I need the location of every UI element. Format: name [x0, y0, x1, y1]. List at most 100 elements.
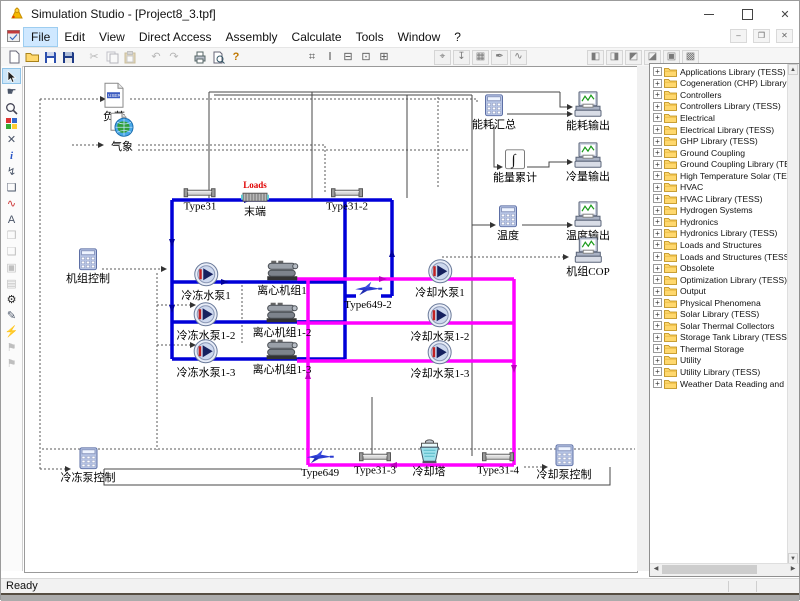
new-file-icon[interactable] — [6, 50, 22, 65]
tree-item-ghp-library-tess[interactable]: +GHP Library (TESS) — [651, 135, 787, 147]
window-d-icon[interactable]: ▤ — [3, 277, 20, 291]
tree-item-high-temperature-solar-tess[interactable]: +High Temperature Solar (TESS) — [651, 170, 787, 182]
expand-icon[interactable]: + — [653, 113, 662, 122]
tree-item-ground-coupling-library-tess[interactable]: +Ground Coupling Library (TESS) — [651, 158, 787, 170]
component-type649[interactable]: Type649 — [301, 448, 339, 480]
child-close-button[interactable]: ✕ — [776, 29, 793, 43]
expand-icon[interactable]: + — [653, 206, 662, 215]
open-file-icon[interactable] — [24, 50, 40, 65]
expand-icon[interactable]: + — [653, 217, 662, 226]
layout-c-icon[interactable]: ◩ — [625, 50, 642, 65]
menu-calculate[interactable]: Calculate — [285, 28, 349, 46]
component-temperature[interactable]: 温度 — [497, 205, 519, 243]
copy-icon[interactable] — [104, 50, 120, 65]
trace-tool-icon[interactable]: ∿ — [510, 50, 527, 65]
component-terminal[interactable]: Loads末端 — [241, 181, 269, 219]
settings-icon[interactable]: ⚙ — [3, 293, 20, 307]
help-icon[interactable]: ? — [228, 50, 244, 65]
tree-item-ground-coupling[interactable]: +Ground Coupling — [651, 147, 787, 159]
expand-icon[interactable]: + — [653, 194, 662, 203]
fit-window-icon[interactable]: ⌗ — [304, 50, 320, 65]
arrange-icon[interactable]: ⊞ — [376, 50, 392, 65]
expand-icon[interactable]: + — [653, 287, 662, 296]
paste-special-icon[interactable]: ❑ — [3, 181, 20, 195]
component-chilled-pump-1[interactable]: 冷冻水泵1 — [181, 261, 231, 303]
tree-vertical-scrollbar[interactable]: ▲ ▼ — [787, 64, 799, 564]
tree-item-solar-thermal-collectors[interactable]: +Solar Thermal Collectors — [651, 320, 787, 332]
close-button[interactable]: ✕ — [779, 8, 791, 20]
expand-icon[interactable]: + — [653, 310, 662, 319]
tree-item-storage-tank-library-tess[interactable]: +Storage Tank Library (TESS) — [651, 332, 787, 344]
expand-icon[interactable]: + — [653, 356, 662, 365]
pen-tool-icon[interactable]: ✒ — [491, 50, 508, 65]
menu-file[interactable]: File — [24, 28, 57, 46]
save-project-icon[interactable] — [60, 50, 76, 65]
expand-icon[interactable]: + — [653, 183, 662, 192]
expand-icon[interactable]: + — [653, 148, 662, 157]
component-type31-4[interactable]: Type31-4 — [477, 451, 519, 478]
save-icon[interactable] — [42, 50, 58, 65]
component-chilled-pump-1-2[interactable]: 冷冻水泵1-2 — [177, 301, 236, 343]
expand-icon[interactable]: + — [653, 137, 662, 146]
component-chilled-pump-control[interactable]: 冷冻泵控制 — [61, 447, 116, 485]
layout-b-icon[interactable]: ◨ — [606, 50, 623, 65]
tree-item-hvac[interactable]: +HVAC — [651, 181, 787, 193]
menu-tools[interactable]: Tools — [349, 28, 391, 46]
tree-item-thermal-storage[interactable]: +Thermal Storage — [651, 343, 787, 355]
component-chiller-1[interactable]: 离心机组1 — [257, 260, 307, 298]
expand-icon[interactable]: + — [653, 160, 662, 169]
pan-icon[interactable]: ☛ — [3, 85, 20, 99]
tree-item-hvac-library-tess[interactable]: +HVAC Library (TESS) — [651, 193, 787, 205]
expand-icon[interactable]: + — [653, 333, 662, 342]
redo-icon[interactable]: ↷ — [166, 50, 182, 65]
menu-direct-access[interactable]: Direct Access — [132, 28, 219, 46]
expand-icon[interactable]: + — [653, 298, 662, 307]
info-icon[interactable]: i — [3, 149, 20, 163]
expand-icon[interactable]: + — [653, 67, 662, 76]
child-minimize-button[interactable]: – — [730, 29, 747, 43]
component-cooling-pump-control[interactable]: 冷却泵控制 — [537, 444, 592, 482]
text-icon[interactable]: A — [3, 213, 20, 227]
expand-icon[interactable]: + — [653, 367, 662, 376]
select-icon[interactable] — [3, 69, 20, 83]
expand-icon[interactable]: + — [653, 275, 662, 284]
link-icon[interactable]: ↯ — [3, 165, 20, 179]
component-energy-accumulator[interactable]: ∫能量累计 — [493, 149, 537, 185]
project-canvas[interactable]: USER负荷气象Type31Loads末端Type31-2能耗汇总能耗输出∫能量… — [24, 66, 638, 573]
component-energy-summary[interactable]: 能耗汇总 — [472, 94, 516, 132]
scrollbar-thumb[interactable] — [662, 565, 757, 574]
component-energy-output[interactable]: 能耗输出 — [566, 91, 610, 133]
component-type31-2[interactable]: Type31-2 — [326, 187, 368, 214]
paste-icon[interactable] — [122, 50, 138, 65]
tree-item-weather-data-reading-and-process[interactable]: +Weather Data Reading and Process — [651, 378, 787, 390]
cut-icon[interactable]: ✂ — [86, 50, 102, 65]
tree-item-physical-phenomena[interactable]: +Physical Phenomena — [651, 297, 787, 309]
component-cooling-pump-1-3[interactable]: 冷却水泵1-3 — [411, 339, 470, 381]
expand-icon[interactable]: + — [653, 229, 662, 238]
expand-icon[interactable]: + — [653, 252, 662, 261]
tree-horizontal-scrollbar[interactable]: ◀ ▶ — [650, 563, 799, 576]
tree-item-controllers-library-tess[interactable]: +Controllers Library (TESS) — [651, 101, 787, 113]
expand-icon[interactable]: + — [653, 379, 662, 388]
scroll-left-icon[interactable]: ◀ — [650, 564, 662, 575]
tree-item-electrical[interactable]: +Electrical — [651, 112, 787, 124]
expand-icon[interactable]: + — [653, 171, 662, 180]
component-cooling-tower[interactable]: 冷却塔 — [413, 439, 446, 479]
expand-icon[interactable]: + — [653, 344, 662, 353]
component-unit-cop[interactable]: 机组COP — [566, 237, 609, 279]
probe-tool-icon[interactable]: ⌖ — [434, 50, 451, 65]
expand-icon[interactable]: + — [653, 321, 662, 330]
maximize-button[interactable] — [741, 8, 753, 20]
cascade-icon[interactable]: ⊡ — [358, 50, 374, 65]
tree-item-electrical-library-tess[interactable]: +Electrical Library (TESS) — [651, 124, 787, 136]
menu-view[interactable]: View — [92, 28, 132, 46]
menu-edit[interactable]: Edit — [57, 28, 92, 46]
menu-help[interactable]: ? — [447, 28, 468, 46]
table-tool-icon[interactable]: ▦ — [472, 50, 489, 65]
minimize-button[interactable] — [703, 8, 715, 20]
flag-a-icon[interactable]: ⚑ — [3, 341, 20, 355]
menu-window[interactable]: Window — [391, 28, 448, 46]
tree-item-utility[interactable]: +Utility — [651, 355, 787, 367]
print-icon[interactable] — [192, 50, 208, 65]
component-type31[interactable]: Type31 — [184, 187, 217, 214]
